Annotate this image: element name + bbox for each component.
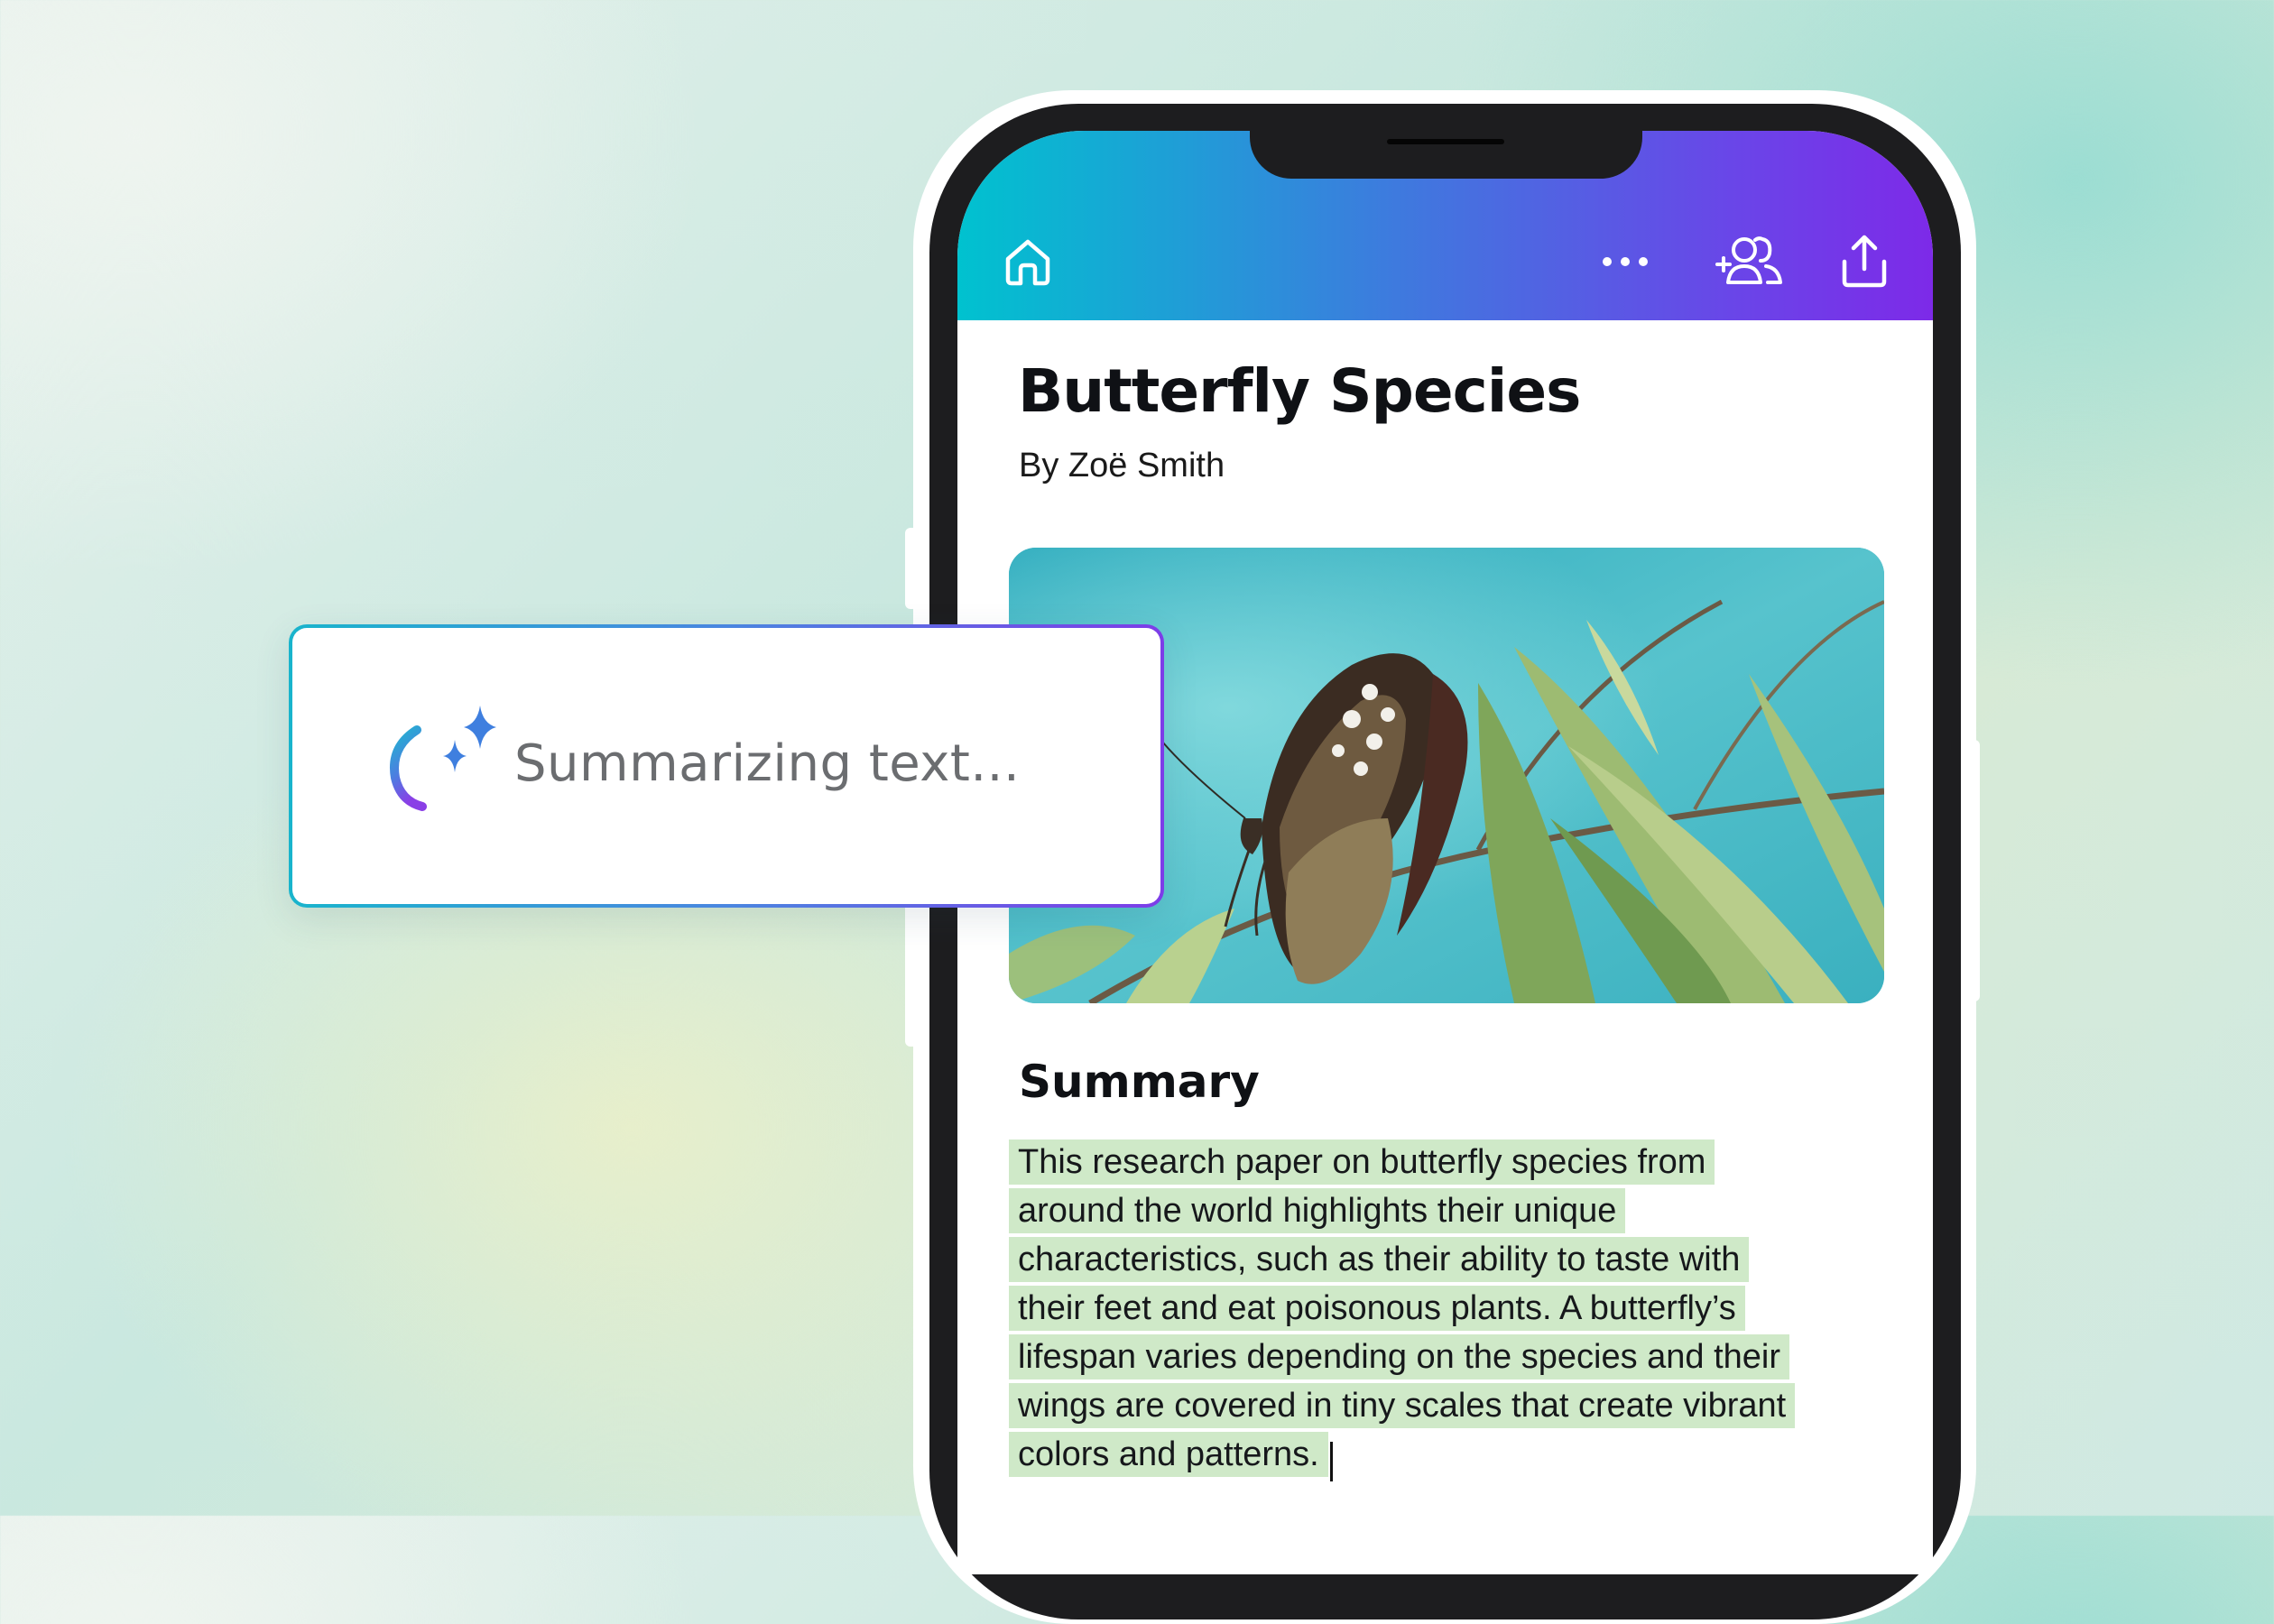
add-people-icon bbox=[1715, 236, 1782, 284]
share-upload-icon bbox=[1842, 235, 1887, 288]
more-options-button[interactable] bbox=[1589, 235, 1661, 289]
summary-line: around the world highlights their unique bbox=[1009, 1188, 1911, 1237]
summary-line: their feet and eat poisonous plants. A b… bbox=[1009, 1286, 1911, 1334]
document-author: By Zoë Smith bbox=[1019, 447, 1225, 484]
phone-notch bbox=[1250, 117, 1642, 179]
summarizing-status-text: Summarizing text... bbox=[514, 734, 1021, 793]
export-share-button[interactable] bbox=[1828, 226, 1900, 298]
share-with-people-button[interactable] bbox=[1709, 226, 1790, 298]
magic-sparkle-icon bbox=[390, 706, 496, 811]
summary-line: lifespan varies depending on the species… bbox=[1009, 1334, 1911, 1383]
document-title: Butterfly Species bbox=[1018, 356, 1581, 426]
phone-power-button bbox=[1967, 740, 1980, 1001]
summarizing-status-card: Summarizing text... bbox=[289, 624, 1164, 908]
home-button[interactable] bbox=[994, 230, 1062, 293]
phone-volume-up-button bbox=[905, 528, 918, 609]
summary-line: This research paper on butterfly species… bbox=[1009, 1140, 1911, 1188]
summary-heading: Summary bbox=[1019, 1056, 1260, 1108]
summarizing-status-card-body: Summarizing text... bbox=[292, 628, 1160, 904]
more-dots-icon bbox=[1603, 257, 1648, 266]
phone-speaker bbox=[1387, 139, 1504, 144]
summary-line: colors and patterns. bbox=[1009, 1432, 1911, 1481]
summary-text[interactable]: This research paper on butterfly species… bbox=[1009, 1140, 1911, 1481]
text-cursor bbox=[1329, 1441, 1333, 1481]
home-icon bbox=[1005, 239, 1050, 286]
summary-line: characteristics, such as their ability t… bbox=[1009, 1237, 1911, 1286]
summary-line: wings are covered in tiny scales that cr… bbox=[1009, 1383, 1911, 1432]
